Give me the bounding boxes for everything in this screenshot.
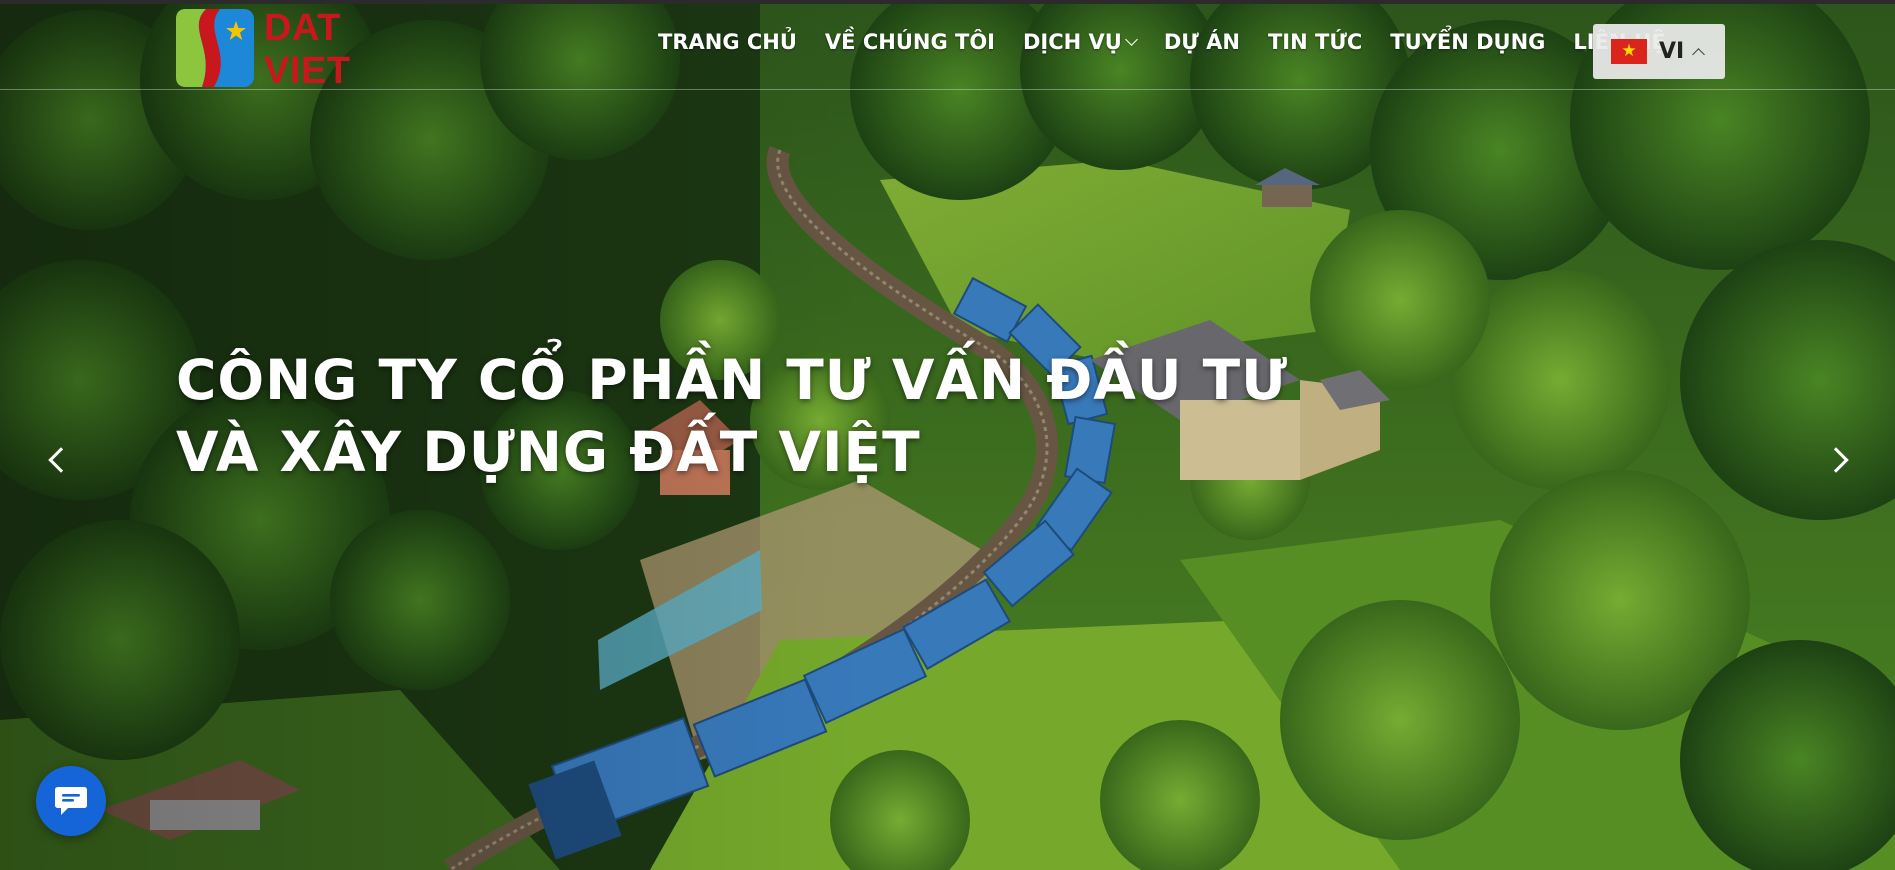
nav-item-label: TRANG CHỦ xyxy=(658,30,797,54)
logo-text: DAT VIET xyxy=(264,7,351,92)
main-nav: TRANG CHỦ VỀ CHÚNG TÔI DỊCH VỤ DỰ ÁN TIN… xyxy=(658,30,1694,54)
hero-headline: CÔNG TY CỔ PHẦN TƯ VẤN ĐẦU TƯ VÀ XÂY DỰN… xyxy=(176,344,1289,488)
slider-prev-button[interactable] xyxy=(42,442,74,478)
vietnam-flag-icon: ★ xyxy=(1611,39,1647,64)
nav-item-label: TUYỂN DỤNG xyxy=(1390,30,1546,54)
chat-bubble-icon xyxy=(55,787,87,815)
chevron-up-icon xyxy=(1692,47,1706,61)
nav-item-projects[interactable]: DỰ ÁN xyxy=(1164,30,1240,54)
nav-item-about[interactable]: VỀ CHÚNG TÔI xyxy=(825,30,995,54)
chat-button[interactable] xyxy=(36,766,106,836)
nav-item-label: TIN TỨC xyxy=(1267,30,1363,54)
slider-next-button[interactable] xyxy=(1823,442,1855,478)
logo-mark-icon xyxy=(176,9,254,87)
hero-headline-line1: CÔNG TY CỔ PHẦN TƯ VẤN ĐẦU TƯ xyxy=(176,348,1289,412)
nav-item-label: VỀ CHÚNG TÔI xyxy=(824,30,995,54)
hero-headline-line2: VÀ XÂY DỰNG ĐẤT VIỆT xyxy=(176,420,921,484)
chevron-left-icon xyxy=(48,447,74,473)
nav-item-home[interactable]: TRANG CHỦ xyxy=(658,30,797,54)
language-switcher[interactable]: ★ VI xyxy=(1593,24,1725,79)
brand-logo[interactable]: DAT VIET xyxy=(176,7,436,92)
site-header: DAT VIET TRANG CHỦ VỀ CHÚNG TÔI DỊCH VỤ … xyxy=(0,4,1895,92)
chevron-right-icon xyxy=(1823,447,1849,473)
nav-item-label: DỰ ÁN xyxy=(1163,30,1240,54)
nav-item-label: DỊCH VỤ xyxy=(1022,30,1122,54)
nav-item-careers[interactable]: TUYỂN DỤNG xyxy=(1390,30,1545,54)
chevron-down-icon xyxy=(1124,32,1138,46)
nav-item-services[interactable]: DỊCH VỤ xyxy=(1022,30,1138,54)
language-code: VI xyxy=(1659,39,1685,64)
nav-item-news[interactable]: TIN TỨC xyxy=(1268,30,1362,54)
